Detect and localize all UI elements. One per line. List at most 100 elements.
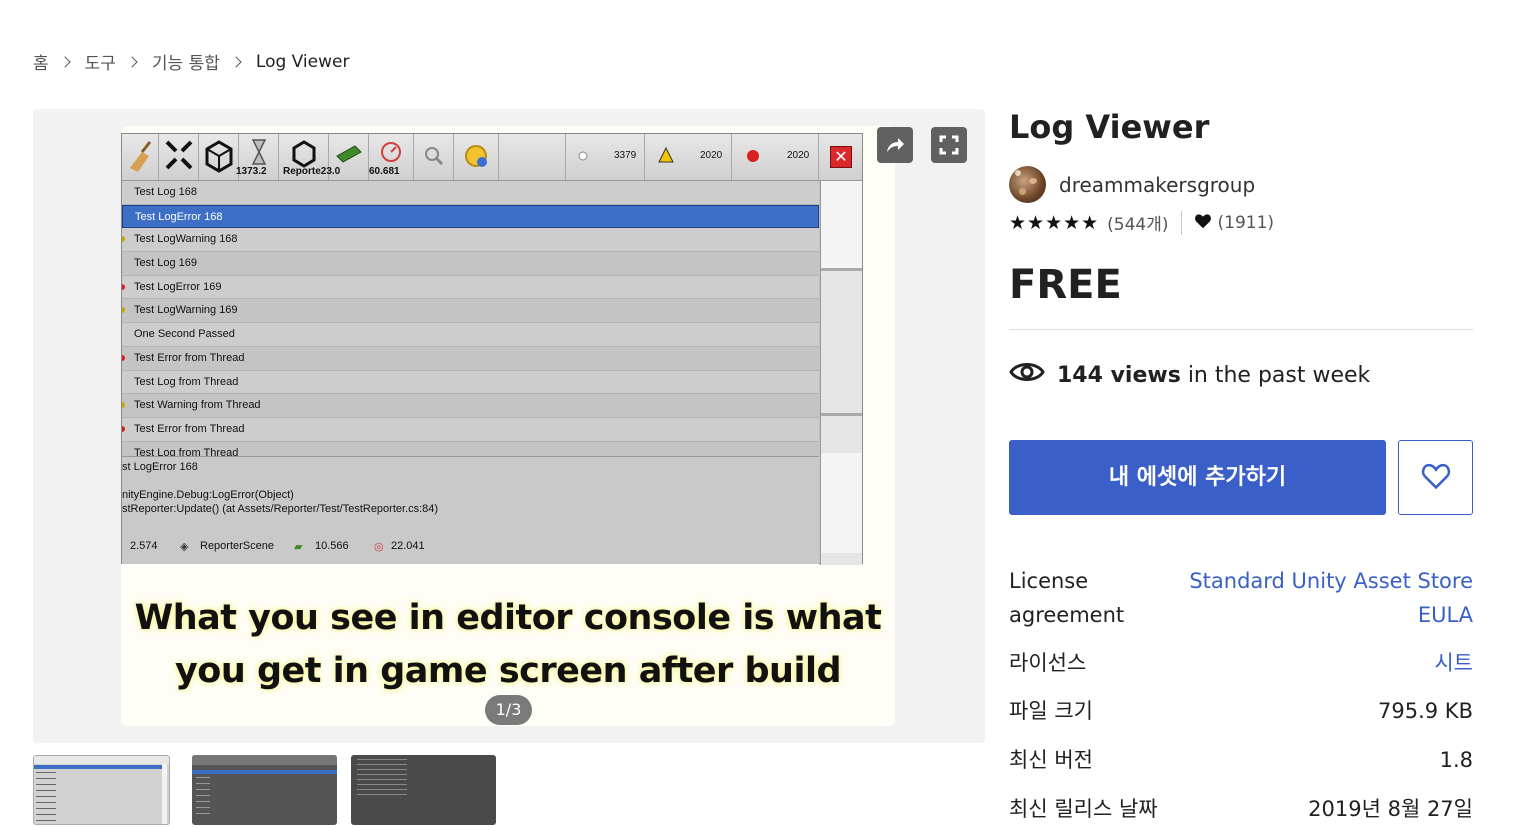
media-gallery: 1373.2 Reporte23.0 60.681 3379 2020 2020… bbox=[33, 109, 985, 743]
log-row-text: Test Error from Thread bbox=[134, 422, 245, 435]
heart-outline-icon bbox=[1420, 462, 1452, 494]
latest-version-row: 최신 버전 1.8 bbox=[1009, 743, 1473, 777]
scrollbar-thumb bbox=[821, 181, 862, 271]
log-row: Test LogWarning 168 bbox=[122, 228, 819, 253]
unity-icon bbox=[199, 134, 239, 180]
gallery-thumbnail-2[interactable] bbox=[192, 755, 337, 825]
log-row-text: Test LogError 169 bbox=[134, 280, 222, 293]
release-date-row: 최신 릴리스 날짜 2019년 8월 27일 bbox=[1009, 792, 1473, 826]
divider bbox=[1180, 210, 1182, 235]
file-size-row: 파일 크기 795.9 KB bbox=[1009, 694, 1473, 728]
views-count: 144 views bbox=[1057, 362, 1181, 388]
star-icon: ★★★★★ bbox=[1009, 211, 1100, 234]
log-row-text: Test Log 169 bbox=[134, 257, 197, 270]
log-row-text: Test Error from Thread bbox=[134, 351, 245, 364]
slide-caption: you get in game screen after build bbox=[174, 651, 842, 691]
breadcrumb: 홈 도구 기능 통합 Log Viewer bbox=[33, 49, 350, 75]
log-row: Test Warning from Thread bbox=[122, 394, 819, 418]
error-dot-icon bbox=[122, 354, 125, 361]
log-row-text: Test LogWarning 168 bbox=[134, 233, 238, 246]
heart-icon bbox=[1194, 212, 1212, 234]
log-row-text: One Second Passed bbox=[134, 328, 235, 341]
log-row: Test Log from Thread bbox=[122, 370, 819, 395]
log-row-text: Test LogError 168 bbox=[135, 210, 223, 223]
error-dot-icon bbox=[122, 425, 125, 432]
breadcrumb-home[interactable]: 홈 bbox=[33, 49, 49, 74]
license-agreement-row: License agreement Standard Unity Asset S… bbox=[1009, 564, 1473, 632]
collapse-icon bbox=[159, 134, 199, 180]
file-size-value: 795.9 KB bbox=[1378, 699, 1473, 723]
breadcrumb-integration[interactable]: 기능 통합 bbox=[152, 49, 220, 74]
add-to-my-assets-button[interactable]: 내 에셋에 추가하기 bbox=[1009, 440, 1386, 515]
warn-dot-icon bbox=[122, 236, 125, 243]
favorite-count: (1911) bbox=[1217, 212, 1275, 233]
publisher-avatar bbox=[1009, 166, 1046, 203]
slide-counter: 1/3 bbox=[485, 695, 532, 725]
license-type-label: 라이선스 bbox=[1009, 651, 1087, 675]
memory-icon: ▰ bbox=[294, 541, 303, 553]
gauge-icon: 60.681 bbox=[369, 134, 414, 180]
chevron-right-icon bbox=[58, 55, 71, 68]
favorite-button[interactable] bbox=[1398, 440, 1473, 515]
breadcrumb-current: Log Viewer bbox=[255, 51, 350, 72]
review-count[interactable]: (544개) bbox=[1107, 210, 1168, 235]
gauge-icon: ◎ bbox=[374, 541, 384, 553]
warning-filter-icon: 2020 bbox=[645, 134, 732, 180]
chevron-right-icon bbox=[126, 55, 138, 68]
fullscreen-icon[interactable] bbox=[931, 127, 967, 163]
chevron-right-icon bbox=[230, 55, 242, 68]
license-label: agreement bbox=[1009, 603, 1125, 627]
license-row: 라이선스 시트 bbox=[1009, 646, 1473, 680]
license-sheet-link[interactable]: 시트 bbox=[1434, 646, 1473, 680]
log-row: Test Log 168 bbox=[122, 181, 819, 205]
scene-icon: Reporte23.0 bbox=[279, 134, 340, 180]
log-row: One Second Passed bbox=[122, 323, 819, 347]
release-date-value: 2019년 8월 27일 bbox=[1308, 797, 1473, 821]
error-filter-icon: 2020 bbox=[732, 134, 819, 180]
views-suffix: in the past week bbox=[1187, 362, 1371, 388]
log-row-text: Test Log from Thread bbox=[134, 446, 239, 456]
log-row: Test LogWarning 169 bbox=[122, 299, 819, 324]
gallery-main-image[interactable]: 1373.2 Reporte23.0 60.681 3379 2020 2020… bbox=[121, 126, 895, 726]
divider bbox=[1009, 329, 1473, 330]
eula-link[interactable]: EULA bbox=[1189, 598, 1473, 632]
console-detail-panel: st LogError 168 nityEngine.Debug:LogErro… bbox=[122, 456, 819, 564]
log-row-text: Test Warning from Thread bbox=[134, 399, 261, 412]
gallery-thumbnail-1[interactable] bbox=[33, 755, 170, 825]
broom-icon bbox=[122, 134, 159, 180]
log-row: Test Error from Thread bbox=[122, 417, 819, 442]
console-log-list: Test Log 168 Test LogError 168 Test LogWar… bbox=[122, 181, 819, 456]
log-row: Test LogError 169 bbox=[122, 275, 819, 300]
product-title: Log Viewer bbox=[1009, 108, 1210, 146]
log-row: Test Log from Thread bbox=[122, 441, 819, 456]
console-footer: 2.574 ◈ ReporterScene ▰ 10.566 ◎ 22.041 bbox=[130, 540, 425, 553]
gallery-thumbnail-3[interactable] bbox=[351, 755, 496, 825]
hourglass-icon: 1373.2 bbox=[236, 134, 279, 180]
warn-dot-icon bbox=[122, 402, 125, 409]
console-toolbar: 1373.2 Reporte23.0 60.681 3379 2020 2020… bbox=[122, 134, 862, 181]
publisher[interactable]: dreammakersgroup bbox=[1009, 166, 1255, 203]
log-filter-icon: 3379 bbox=[565, 134, 645, 180]
warn-dot-icon bbox=[122, 307, 125, 314]
latest-version-label: 최신 버전 bbox=[1009, 748, 1093, 772]
search-icon bbox=[414, 134, 454, 180]
breadcrumb-tools[interactable]: 도구 bbox=[85, 49, 116, 74]
license-label: License bbox=[1009, 569, 1089, 593]
price: FREE bbox=[1009, 262, 1122, 308]
log-row-text: Test LogWarning 169 bbox=[134, 304, 238, 317]
eye-icon bbox=[1009, 359, 1045, 391]
publisher-name[interactable]: dreammakersgroup bbox=[1059, 173, 1255, 197]
error-dot-icon bbox=[122, 283, 125, 290]
log-row: Test Error from Thread bbox=[122, 346, 819, 371]
file-size-label: 파일 크기 bbox=[1009, 699, 1093, 723]
scene-icon: ◈ bbox=[180, 541, 189, 553]
console-scrollbar bbox=[820, 181, 862, 565]
console-close-icon: ✕ bbox=[830, 146, 852, 168]
views-info: 144 views in the past week bbox=[1009, 359, 1370, 391]
slide-caption: What you see in editor console is what bbox=[134, 598, 882, 638]
share-icon[interactable] bbox=[877, 127, 913, 163]
console-screenshot: 1373.2 Reporte23.0 60.681 3379 2020 2020… bbox=[121, 133, 863, 565]
release-date-label: 최신 릴리스 날짜 bbox=[1009, 797, 1158, 821]
log-row-text: Test Log from Thread bbox=[134, 375, 239, 388]
eula-link[interactable]: Standard Unity Asset Store bbox=[1189, 564, 1473, 598]
